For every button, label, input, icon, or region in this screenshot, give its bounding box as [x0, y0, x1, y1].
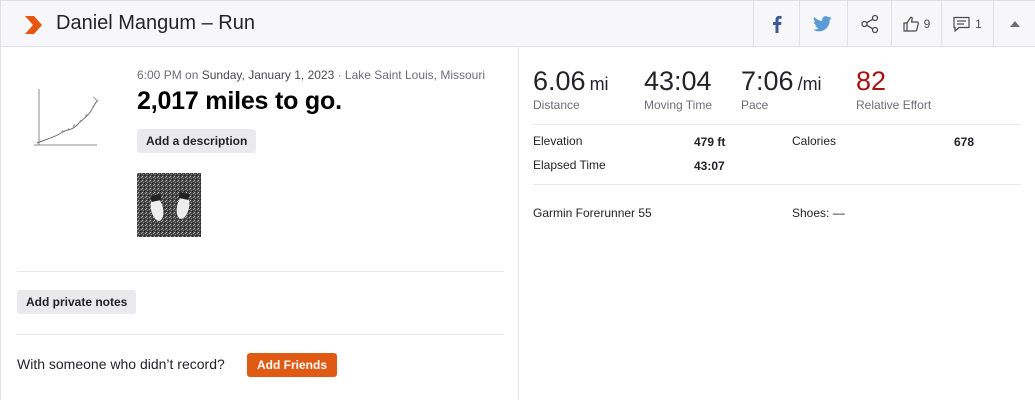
twitter-icon: [813, 16, 832, 32]
elevation-value: 479 ft: [694, 135, 726, 149]
add-description-button[interactable]: Add a description: [137, 129, 257, 153]
activity-chart-icon: [34, 89, 99, 146]
kudos-button[interactable]: 9: [891, 1, 941, 47]
add-friends-button[interactable]: Add Friends: [247, 353, 338, 377]
share-icon: [860, 14, 878, 34]
calories-label: Calories: [792, 134, 837, 148]
divider: [17, 334, 504, 335]
stat-moving-time: 43:04 Moving Time: [644, 66, 712, 112]
stat-label: Pace: [741, 98, 769, 112]
share-button[interactable]: [847, 1, 891, 47]
stat-value: 43:04: [644, 66, 712, 96]
activity-summary-panel: 6:00 PM on Sunday, January 1, 2023 · Lak…: [0, 47, 519, 400]
page-title: Daniel Mangum – Run: [56, 12, 255, 34]
collapse-button[interactable]: [993, 1, 1035, 47]
elapsed-time-value: 43:07: [694, 159, 725, 173]
kudos-count: 9: [923, 17, 931, 31]
stat-distance: 6.06 mi Distance: [533, 66, 609, 112]
add-private-notes-button[interactable]: Add private notes: [17, 290, 137, 314]
stat-label: Relative Effort: [856, 98, 932, 112]
calories-value: 678: [954, 135, 975, 149]
with-someone-text: With someone who didn’t record?: [17, 356, 225, 372]
activity-meta: 6:00 PM on Sunday, January 1, 2023 · Lak…: [137, 68, 485, 82]
elevation-label: Elevation: [533, 134, 583, 148]
stat-pace: 7:06/mi Pace: [741, 66, 822, 112]
activity-header: Daniel Mangum – Run 9 1: [0, 0, 1035, 47]
facebook-icon: [772, 15, 782, 33]
twitter-share-button[interactable]: [799, 1, 845, 47]
photo-image: [137, 173, 201, 237]
facebook-share-button[interactable]: [753, 1, 799, 47]
activity-photo[interactable]: [137, 173, 201, 237]
activity-date: Sunday, January 1, 2023: [201, 68, 335, 82]
device-name: Garmin Forerunner 55: [533, 206, 652, 220]
stat-label: Distance: [533, 98, 580, 112]
activity-title: 2,017 miles to go.: [137, 87, 342, 115]
shoes-info: Shoes: —: [792, 206, 845, 220]
strava-chevron-icon: [25, 16, 42, 34]
stat-unit: /mi: [797, 74, 822, 94]
activity-location: · Lake Saint Louis, Missouri: [334, 68, 485, 82]
stat-value: 7:06: [741, 66, 794, 96]
stat-value: 6.06: [533, 66, 586, 96]
divider: [17, 271, 504, 272]
activity-time: 6:00 PM on: [137, 68, 202, 82]
divider: [533, 184, 1021, 185]
divider: [533, 124, 1021, 125]
stat-unit: mi: [589, 74, 609, 94]
elapsed-time-label: Elapsed Time: [533, 158, 606, 172]
stat-relative-effort[interactable]: 82 Relative Effort: [856, 66, 931, 112]
collapse-caret-icon: [1010, 21, 1020, 27]
comment-icon: [953, 16, 970, 32]
kudos-thumb-icon: [903, 16, 919, 32]
stat-label: Moving Time: [644, 98, 713, 112]
comment-count: 1: [975, 17, 982, 31]
comments-button[interactable]: 1: [941, 1, 993, 47]
stat-value: 82: [856, 66, 887, 96]
